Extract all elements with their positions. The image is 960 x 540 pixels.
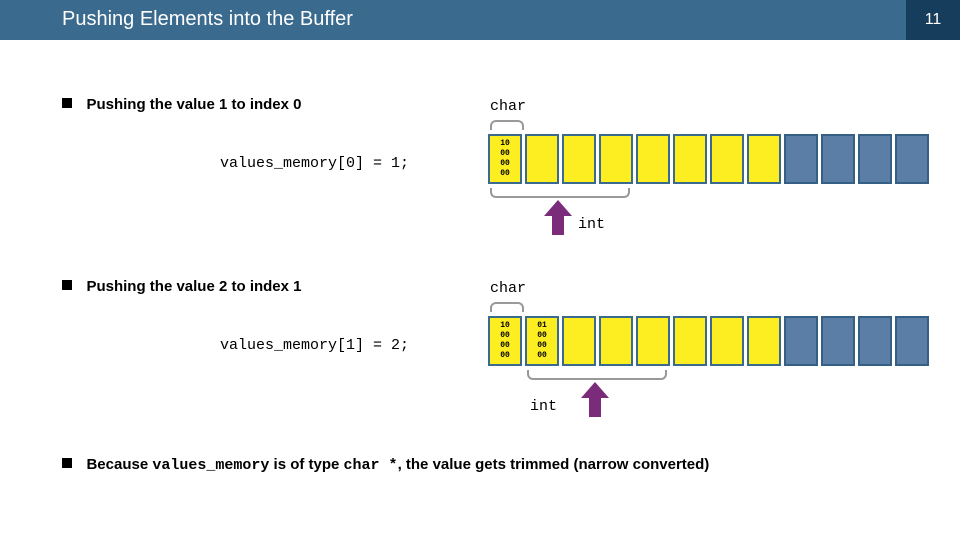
up-arrow-icon [548,200,568,234]
buffer-cell-yellow: 10000000 [488,316,522,366]
text-prefix: Because [86,456,152,473]
buffer-cell-blue [821,134,855,184]
byte-values: 10000000 [490,321,520,361]
page-number-box: 11 [906,0,960,40]
bullet-row-3: Because values_memory is of type char *,… [62,456,920,474]
buffer-cell-blue [784,316,818,366]
text-suffix: , the value gets trimmed (narrow convert… [398,456,710,473]
buffer-cell-blue [895,316,929,366]
buffer-cell-blue [784,134,818,184]
buffer-cell-yellow [673,316,707,366]
int-bracket-2 [527,370,667,380]
buffer-cell-blue [821,316,855,366]
bullet-text-2: Pushing the value 2 to index 1 [86,278,301,295]
slide-title: Pushing Elements into the Buffer [62,8,353,31]
up-arrow-icon [585,382,605,416]
buffer-cell-yellow [525,134,559,184]
char-label-1: char [490,98,526,115]
buffer-cell-yellow [562,134,596,184]
buffer-cell-yellow: 10000000 [488,134,522,184]
code-line-1: values_memory[0] = 1; [220,155,409,172]
buffer-cell-yellow [636,134,670,184]
buffer-cell-yellow [636,316,670,366]
page-number: 11 [925,11,942,29]
buffer-cell-yellow [562,316,596,366]
buffer-cell-yellow [673,134,707,184]
byte-values: 01000000 [527,321,557,361]
char-label-2: char [490,280,526,297]
buffer-cell-yellow [710,134,744,184]
int-label-2: int [530,398,557,415]
buffer-cell-blue [858,316,892,366]
buffer-cell-yellow [599,316,633,366]
bullet-text-1: Pushing the value 1 to index 0 [86,96,301,113]
buffer-1: 10000000 [488,134,930,184]
title-bar: Pushing Elements into the Buffer [0,0,960,40]
buffer-2: 1000000001000000 [488,316,930,366]
int-label-1: int [578,216,605,233]
buffer-cell-yellow [747,134,781,184]
square-bullet-icon [62,98,72,108]
byte-values: 10000000 [490,139,520,179]
buffer-cell-blue [858,134,892,184]
int-bracket-1 [490,188,630,198]
square-bullet-icon [62,458,72,468]
code-type: char * [344,457,398,474]
buffer-cell-yellow [710,316,744,366]
code-ident: values_memory [152,457,269,474]
code-line-2: values_memory[1] = 2; [220,337,409,354]
buffer-cell-blue [895,134,929,184]
buffer-cell-yellow [599,134,633,184]
char-bracket-1 [490,120,524,130]
buffer-cell-yellow: 01000000 [525,316,559,366]
char-bracket-2 [490,302,524,312]
square-bullet-icon [62,280,72,290]
text-mid: is of type [269,456,343,473]
buffer-cell-yellow [747,316,781,366]
bullet-text-3: Because values_memory is of type char *,… [86,456,709,473]
